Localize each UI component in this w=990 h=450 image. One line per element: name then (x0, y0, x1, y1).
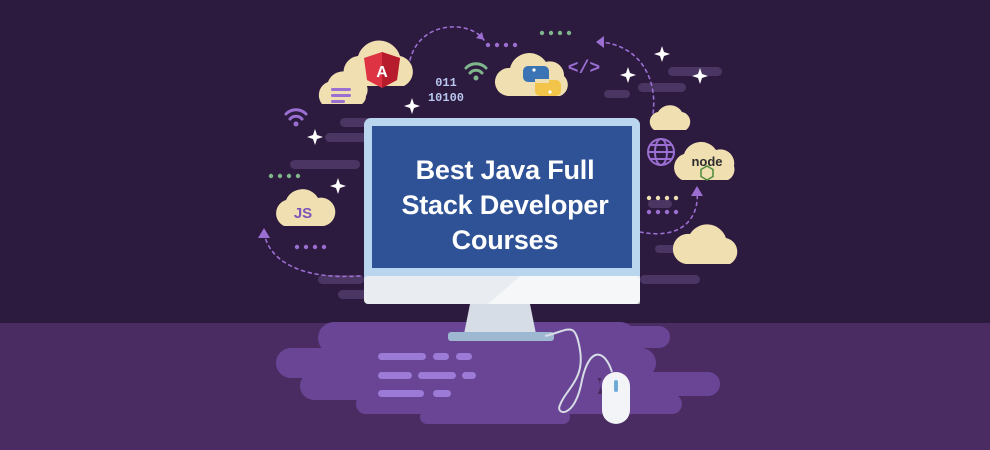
monitor-neck (464, 304, 536, 334)
binary-line-1: 011 (435, 76, 457, 90)
title-line-3: Courses (451, 224, 559, 255)
mouse-icon (602, 372, 630, 424)
node-badge: node (691, 154, 722, 169)
title-line-1: Best Java Full (415, 154, 595, 185)
js-badge: JS (294, 205, 312, 222)
banner-title: Best Java Full Stack Developer Courses (372, 140, 638, 270)
monitor-base (448, 332, 554, 341)
banner-scene: JS node A </> 011 10100 Best Java Full S… (0, 0, 990, 450)
title-line-2: Stack Developer (401, 189, 609, 220)
binary-line-2: 10100 (428, 91, 464, 105)
angular-badge: A (376, 64, 388, 81)
code-tag: </> (568, 59, 600, 79)
